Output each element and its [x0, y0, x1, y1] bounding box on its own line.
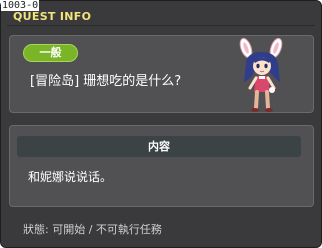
- bunny-girl-character-icon: [239, 37, 283, 112]
- title-divider: [7, 25, 315, 26]
- window-title: QUEST INFO: [13, 10, 92, 23]
- quest-status: 狀態: 可開始 / 不可執行任務: [23, 221, 162, 237]
- quest-info-window: QUEST INFO 一般 [冒险岛] 珊想吃的是什么? 内容 和妮娜说说话。 …: [0, 0, 322, 248]
- status-value: 可開始 / 不可執行任務: [52, 223, 162, 236]
- content-section-header: 内容: [17, 136, 301, 157]
- quest-content-panel: 内容 和妮娜说说话。: [9, 125, 314, 207]
- quest-name: [冒险岛] 珊想吃的是什么?: [30, 74, 182, 89]
- quest-description: 和妮娜说说话。: [28, 170, 113, 184]
- category-badge: 一般: [23, 44, 78, 62]
- status-label: 狀態:: [23, 223, 49, 236]
- version-tag: 1003-0: [1, 0, 40, 11]
- quest-summary-panel: 一般 [冒险岛] 珊想吃的是什么?: [9, 35, 314, 113]
